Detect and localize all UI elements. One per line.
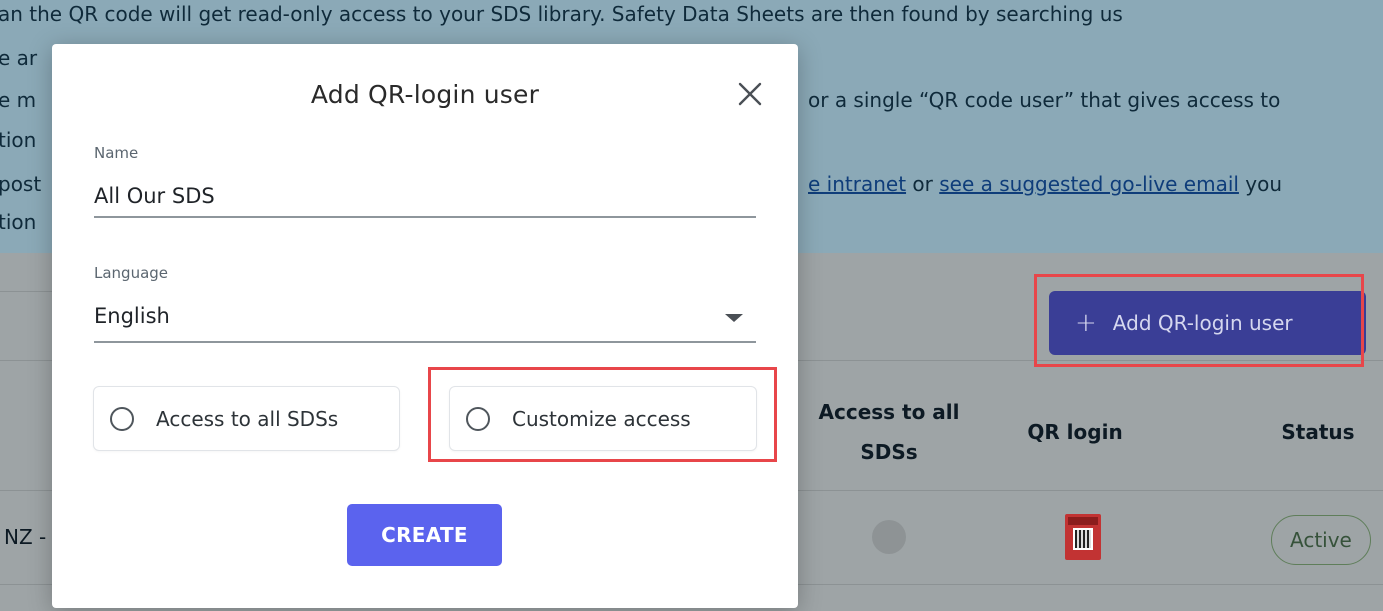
language-select[interactable]: English <box>94 304 170 328</box>
row-user-name: NZ - <box>4 525 47 549</box>
name-label: Name <box>94 144 139 162</box>
add-qr-login-user-dialog: Add QR-login user Name All Our SDS Langu… <box>52 44 798 608</box>
info-text-line: tion <box>0 128 37 152</box>
highlight-box <box>428 367 777 462</box>
column-header-access-all-line1: Access to all <box>818 400 960 424</box>
status-badge: Active <box>1271 515 1371 565</box>
link-separator: or <box>906 172 940 196</box>
qr-code-thumbnail[interactable] <box>1065 514 1101 560</box>
language-select-underline <box>94 341 756 343</box>
chevron-down-icon[interactable] <box>725 314 743 322</box>
create-button[interactable]: CREATE <box>347 504 502 566</box>
qr-code-icon <box>1073 528 1093 550</box>
column-header-access-all: Access to all SDSs <box>806 392 972 472</box>
dialog-title: Add QR-login user <box>310 80 540 109</box>
info-text-line: e m <box>0 88 37 112</box>
info-text-line: post <box>0 172 42 196</box>
info-text-line: tion <box>0 210 37 234</box>
qr-poster-header <box>1068 517 1098 525</box>
close-icon <box>738 82 762 106</box>
radio-unchecked-icon[interactable] <box>110 406 134 431</box>
info-links-line: e intranet or see a suggested go-live em… <box>808 172 1282 196</box>
info-text-tail: you <box>1238 172 1283 196</box>
info-text-line: e ar <box>0 46 38 70</box>
name-input-underline <box>94 216 756 218</box>
column-header-access-all-line2: SDSs <box>860 440 918 464</box>
close-button[interactable] <box>732 76 768 112</box>
intranet-link[interactable]: e intranet <box>808 172 906 196</box>
language-label: Language <box>94 264 169 282</box>
access-all-indicator <box>872 520 906 554</box>
info-text-line: an the QR code will get read-only access… <box>0 2 1123 26</box>
highlight-box <box>1034 274 1364 367</box>
access-all-sdss-label: Access to all SDSs <box>156 406 339 431</box>
name-input[interactable]: All Our SDS <box>94 184 215 208</box>
divider <box>0 291 60 292</box>
column-header-qr-login: QR login <box>1027 420 1123 444</box>
go-live-email-link[interactable]: see a suggested go-live email <box>939 172 1239 196</box>
column-header-status: Status <box>1281 420 1355 444</box>
access-all-sdss-option[interactable]: Access to all SDSs <box>93 386 400 451</box>
info-text-line: or a single “QR code user” that gives ac… <box>808 88 1281 112</box>
